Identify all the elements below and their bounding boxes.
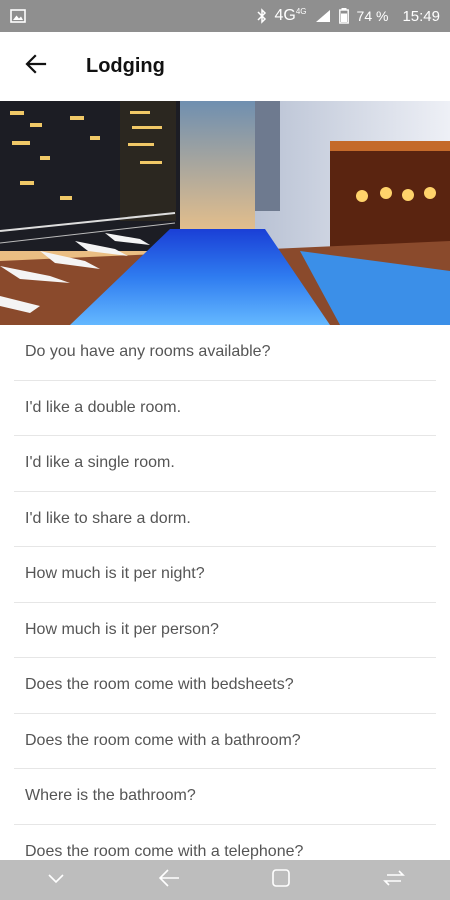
phrase-item[interactable]: How much is it per person? (14, 603, 436, 658)
page-title: Lodging (86, 54, 165, 77)
clock: 15:49 (402, 7, 440, 25)
signal-icon (315, 9, 331, 23)
back-arrow-icon (158, 868, 180, 892)
system-nav-bar (0, 860, 450, 900)
phrase-item[interactable]: Does the room come with a bathroom? (14, 714, 436, 769)
hero-image (0, 101, 450, 325)
battery-percent: 74 % (356, 8, 389, 24)
phrase-item[interactable]: Does the room come with a telephone? (14, 825, 436, 861)
phrase-list: Do you have any rooms available? I'd lik… (0, 325, 450, 860)
phrase-item[interactable]: I'd like a single room. (14, 436, 436, 492)
network-type-label: 4G4G (274, 7, 307, 24)
phrase-item[interactable]: Do you have any rooms available? (14, 325, 436, 381)
phrase-item[interactable]: I'd like a double room. (14, 381, 436, 436)
phrase-item[interactable]: Where is the bathroom? (14, 769, 436, 825)
nav-home-button[interactable] (261, 860, 301, 900)
status-bar: 4G4G 74 % 15:49 (0, 0, 450, 32)
phrase-item[interactable]: I'd like to share a dorm. (14, 492, 436, 547)
phrase-item[interactable]: How much is it per night? (14, 547, 436, 603)
app-bar: Lodging (0, 32, 450, 100)
nav-recents-button[interactable] (374, 860, 414, 900)
home-square-icon (271, 868, 291, 893)
hide-nav-button[interactable] (36, 860, 76, 900)
arrow-left-icon (25, 53, 47, 79)
recents-icon (382, 869, 405, 892)
chevron-down-icon (48, 871, 64, 889)
image-icon (10, 9, 26, 23)
back-button[interactable] (12, 42, 60, 90)
bluetooth-icon (256, 8, 267, 24)
phrase-item[interactable]: Does the room come with bedsheets? (14, 658, 436, 714)
nav-back-button[interactable] (149, 860, 189, 900)
battery-icon (338, 8, 349, 24)
